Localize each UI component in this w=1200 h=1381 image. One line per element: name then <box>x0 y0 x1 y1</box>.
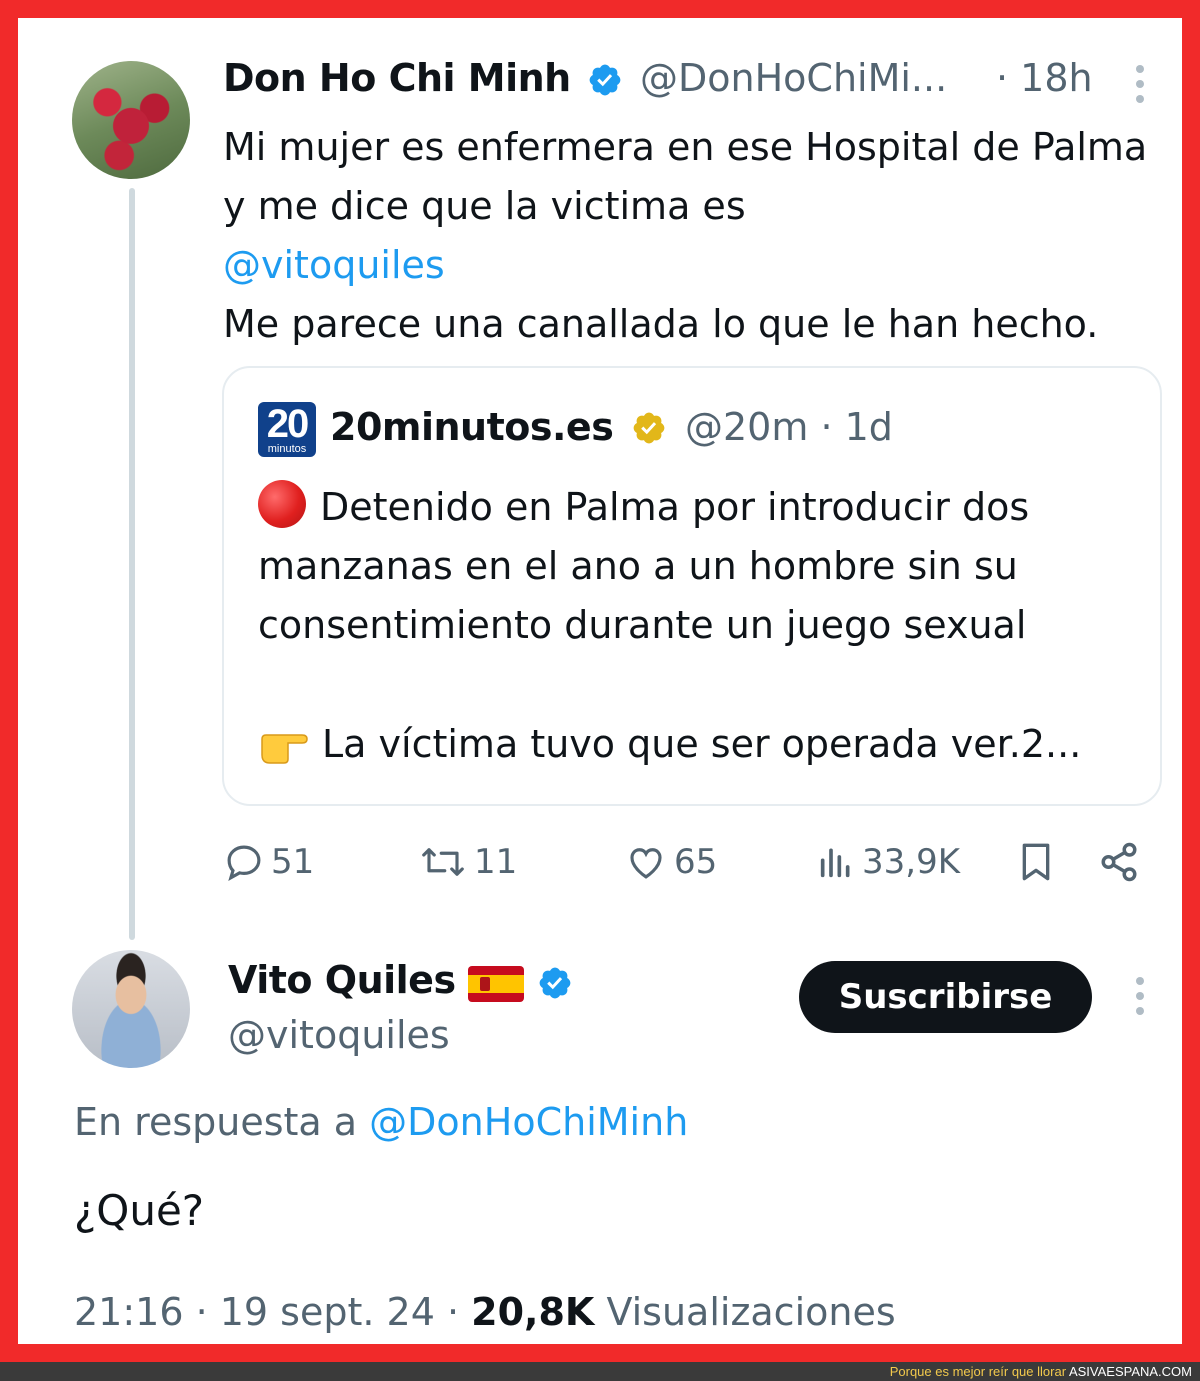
verified-badge-icon <box>589 64 621 96</box>
red-circle-emoji-icon <box>258 480 306 528</box>
reply-count: 51 <box>271 842 315 882</box>
reply-author-name[interactable]: Vito Quiles <box>228 958 456 1002</box>
quoted-author-handle[interactable]: @20m · 1d <box>685 405 893 449</box>
logo-number: 20 <box>266 402 310 446</box>
share-button[interactable] <box>1098 838 1146 886</box>
tweet-text-line: Me parece una canallada lo que le han he… <box>223 302 1099 346</box>
timestamp[interactable]: 21:16 · 19 sept. 24 · <box>74 1290 459 1334</box>
quoted-text-body: Detenido en Palma por introducir dos man… <box>258 485 1030 647</box>
tweet-text-line: Mi mujer es enfermera en ese Hospital de… <box>223 125 1148 228</box>
reply-to-prefix: En respuesta a <box>74 1100 358 1144</box>
reply-author-handle[interactable]: @vitoquiles <box>228 1013 450 1057</box>
quoted-author-name[interactable]: 20minutos.es <box>330 405 614 449</box>
quoted-text-body-2: La víctima tuvo que ser operada ver.2... <box>322 722 1082 766</box>
author-name[interactable]: Don Ho Chi Minh <box>223 56 571 100</box>
quoted-avatar-logo[interactable]: 20 minutos <box>258 402 316 457</box>
reply-to-handle-link[interactable]: @DonHoChiMinh <box>369 1100 688 1144</box>
reply-to-line: En respuesta a @DonHoChiMinh <box>74 1100 688 1144</box>
more-options-icon[interactable] <box>1134 976 1146 1016</box>
watermark-footer: Porque es mejor reír que llorar ASIVAESP… <box>0 1362 1200 1381</box>
share-icon <box>1101 842 1137 882</box>
tweet-time[interactable]: · 18h <box>996 56 1093 100</box>
reply-icon <box>227 845 261 882</box>
avatar[interactable] <box>72 61 190 179</box>
views-total: 20,8K <box>471 1290 595 1334</box>
verified-org-badge-icon <box>633 412 665 444</box>
mention-link[interactable]: @vitoquiles <box>223 236 1173 295</box>
author-handle[interactable]: @DonHoChiMi... <box>640 56 947 100</box>
retweet-icon <box>422 848 464 876</box>
retweet-button[interactable]: 11 <box>418 838 517 886</box>
quoted-tweet-text-2: La víctima tuvo que ser operada ver.2... <box>258 715 1138 774</box>
tweet-metadata: 21:16 · 19 sept. 24 · 20,8K Visualizacio… <box>74 1290 896 1334</box>
tweet-text: Mi mujer es enfermera en ese Hospital de… <box>223 118 1173 354</box>
footer-site: ASIVAESPANA.COM <box>1068 1364 1192 1379</box>
like-count: 65 <box>674 842 718 882</box>
views-label: Visualizaciones <box>606 1290 896 1334</box>
thread-connector-line <box>129 188 135 940</box>
views-chart-icon <box>820 848 850 878</box>
subscribe-button[interactable]: Suscribirse <box>799 961 1092 1033</box>
bookmark-icon <box>1022 843 1050 881</box>
screenshot-frame: Don Ho Chi Minh @DonHoChiMi... · 18h Mi … <box>0 0 1200 1362</box>
retweet-count: 11 <box>474 842 518 882</box>
bookmark-button[interactable] <box>1016 838 1062 886</box>
heart-icon <box>630 848 662 879</box>
footer-slogan: Porque es mejor reír que llorar <box>889 1364 1067 1379</box>
reply-button[interactable]: 51 <box>223 838 314 886</box>
more-options-icon[interactable] <box>1134 64 1146 104</box>
views-count: 33,9K <box>862 842 960 882</box>
flag-crest <box>480 977 490 991</box>
verified-badge-icon <box>539 967 571 999</box>
reply-text: ¿Qué? <box>74 1186 205 1235</box>
views-button[interactable]: 33,9K <box>816 838 960 886</box>
spain-flag-icon <box>468 966 524 1002</box>
quoted-tweet-text: Detenido en Palma por introducir dos man… <box>258 478 1138 655</box>
pointing-hand-emoji-icon <box>261 734 308 764</box>
like-button[interactable]: 65 <box>624 838 717 886</box>
avatar[interactable] <box>72 950 190 1068</box>
